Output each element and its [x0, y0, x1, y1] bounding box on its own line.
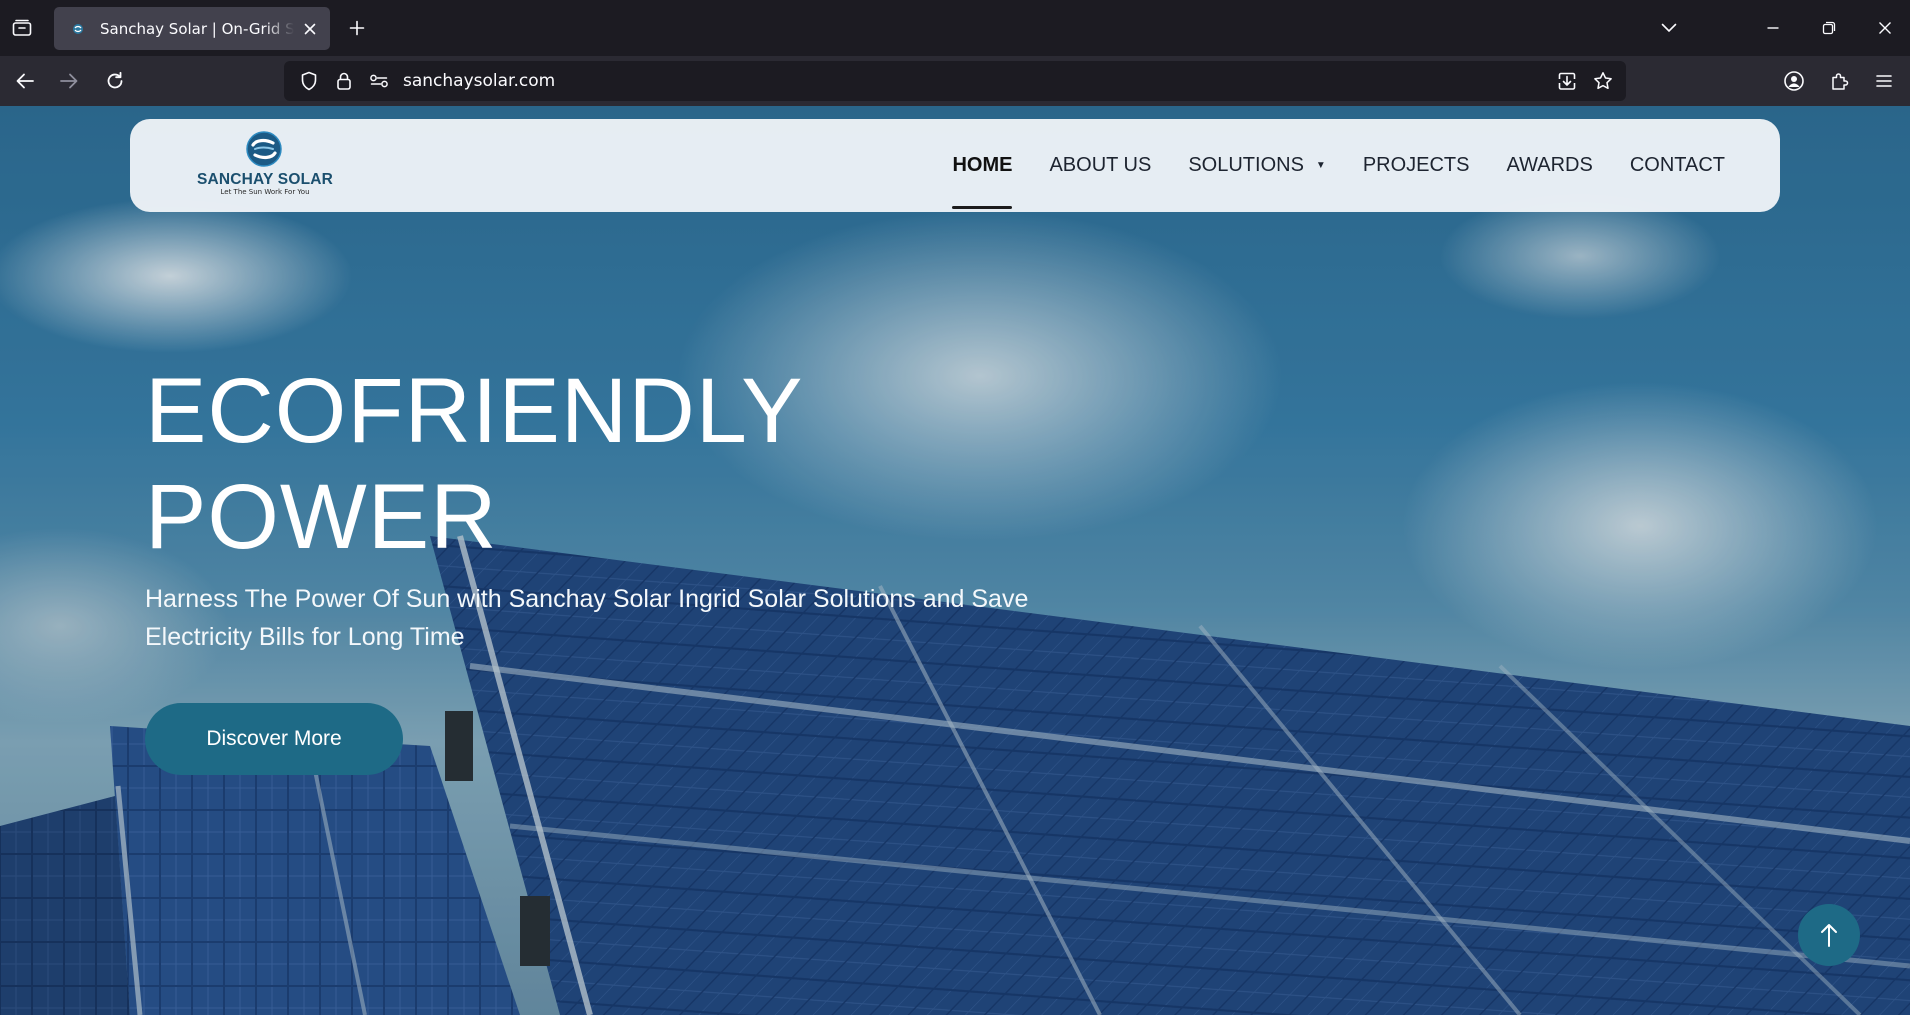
save-to-pocket-download-icon[interactable] [1552, 66, 1582, 96]
menu-item-awards[interactable]: AWARDS [1507, 119, 1593, 212]
lock-icon[interactable] [329, 66, 359, 96]
bookmark-star-icon[interactable] [1588, 66, 1618, 96]
close-window-icon[interactable] [1871, 14, 1899, 42]
discover-more-button[interactable]: Discover More [145, 703, 403, 775]
minimize-window-icon[interactable] [1759, 14, 1787, 42]
menu-item-label: PROJECTS [1362, 154, 1470, 176]
reload-icon[interactable] [99, 65, 131, 97]
tab-list-icon[interactable] [8, 14, 36, 42]
hero-title: ECOFRIENDLY POWER [145, 358, 804, 570]
list-all-tabs-chevron-icon[interactable] [1655, 14, 1683, 42]
new-tab-icon[interactable] [343, 14, 371, 42]
logo-name: SANCHAY SOLAR [196, 171, 334, 188]
site-permissions-icon[interactable] [364, 66, 394, 96]
url-text[interactable]: sanchaysolar.com [403, 71, 555, 91]
menu-item-label: SOLUTIONS [1188, 154, 1304, 176]
main-menu: HOME ABOUT US SOLUTIONS ▼ PROJECTS AWARDS… [915, 119, 1725, 212]
close-tab-icon[interactable] [300, 19, 320, 39]
menu-item-label: CONTACT [1629, 154, 1725, 176]
site-header: SANCHAY SOLAR Let The Sun Work For You H… [130, 119, 1780, 212]
site-logo[interactable]: SANCHAY SOLAR Let The Sun Work For You [195, 131, 335, 201]
page-viewport: SANCHAY SOLAR Let The Sun Work For You H… [0, 106, 1910, 1015]
hero-title-line-1: ECOFRIENDLY [145, 360, 804, 462]
dropdown-caret-icon: ▼ [1315, 160, 1326, 171]
menu-item-label: ABOUT US [1049, 154, 1152, 176]
menu-item-label: AWARDS [1506, 154, 1593, 176]
menu-item-home[interactable]: HOME [952, 119, 1013, 212]
tracking-protection-shield-icon[interactable] [294, 66, 324, 96]
account-icon[interactable] [1778, 65, 1810, 97]
address-bar[interactable]: sanchaysolar.com [284, 61, 1626, 101]
extensions-puzzle-icon[interactable] [1824, 65, 1856, 97]
site-favicon-icon [70, 21, 86, 37]
logo-tagline: Let The Sun Work For You [220, 188, 310, 196]
hero-subtitle: Harness The Power Of Sun with Sanchay So… [145, 585, 1029, 651]
restore-window-icon[interactable] [1815, 14, 1843, 42]
browser-tab-bar: Sanchay Solar | On-Grid Solar Power [0, 0, 1910, 56]
sanchay-logo-icon [246, 131, 282, 167]
scroll-to-top-button[interactable] [1798, 904, 1860, 966]
menu-item-contact[interactable]: CONTACT [1630, 119, 1725, 212]
menu-item-projects[interactable]: PROJECTS [1363, 119, 1470, 212]
back-arrow-icon[interactable] [9, 65, 41, 97]
app-menu-hamburger-icon[interactable] [1868, 65, 1900, 97]
browser-tab-active[interactable]: Sanchay Solar | On-Grid Solar Power [54, 7, 330, 50]
hero-title-line-2: POWER [145, 466, 498, 568]
menu-item-label: HOME [952, 154, 1013, 176]
arrow-up-icon [1821, 924, 1837, 947]
browser-navigation-bar: sanchaysolar.com [0, 56, 1910, 106]
tab-title: Sanchay Solar | On-Grid Solar Power [100, 19, 294, 38]
menu-item-solutions[interactable]: SOLUTIONS ▼ [1188, 119, 1325, 212]
forward-arrow-icon[interactable] [53, 65, 85, 97]
menu-item-about-us[interactable]: ABOUT US [1049, 119, 1151, 212]
